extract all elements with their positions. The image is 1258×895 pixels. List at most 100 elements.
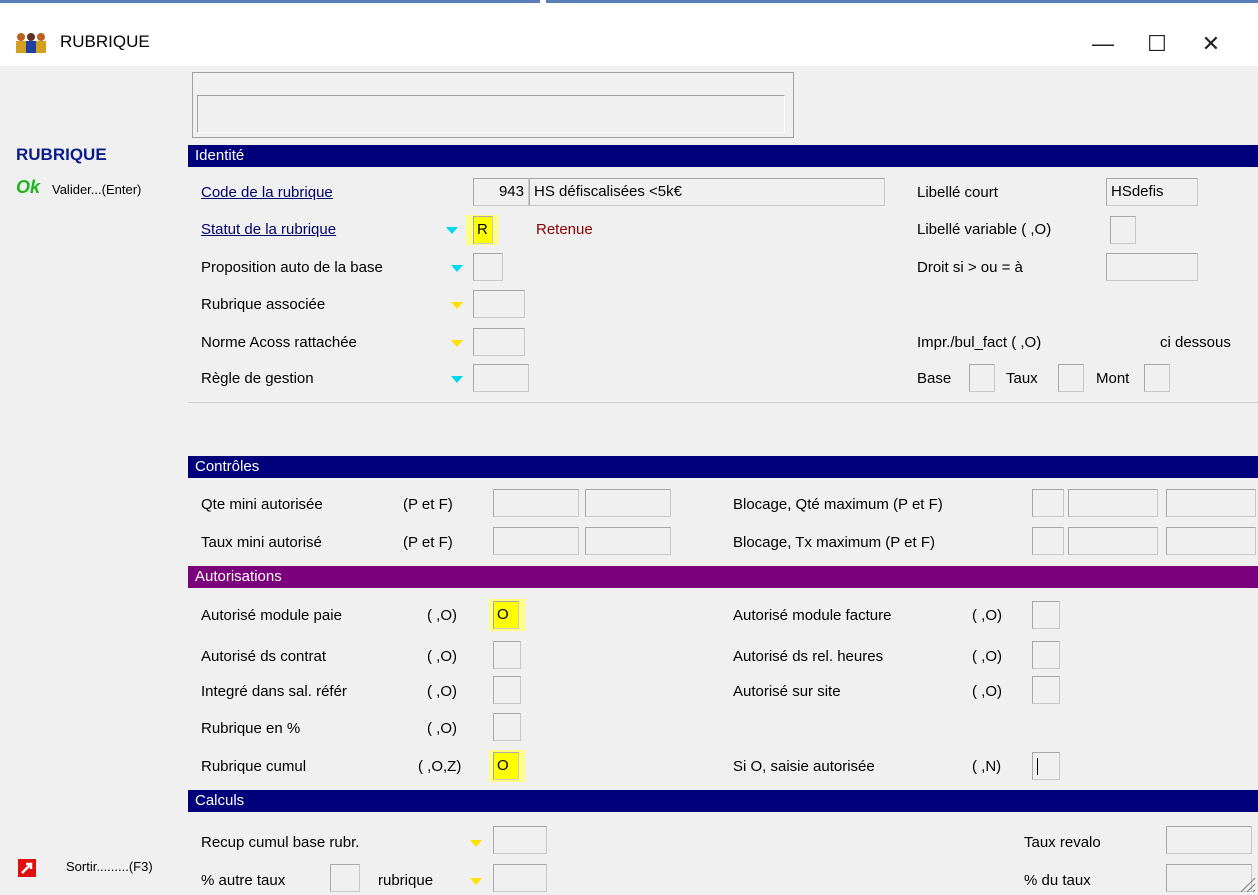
section-identite-header: Identité [188,145,1258,167]
regle-gestion-field[interactable] [473,364,529,392]
exit-icon[interactable] [18,859,36,877]
blocage-qte-field-3[interactable] [1166,489,1256,517]
autorise-paie-label: Autorisé module paie [201,607,342,624]
regle-gestion-label: Règle de gestion [201,370,314,387]
rubrique-associee-label: Rubrique associée [201,296,326,313]
autorise-paie-field[interactable]: O [493,601,519,629]
qte-mini-pf-label: (P et F) [403,496,453,513]
taux-revalo-label: Taux revalo [1024,834,1101,851]
taux-field[interactable] [1058,364,1084,392]
dropdown-arrow-icon[interactable] [451,340,463,347]
rubrique-cumul-opt: ( ,O,Z) [418,758,462,775]
left-panel: RUBRIQUE Ok Valider...(Enter) Sortir....… [0,66,188,895]
autorise-facture-field[interactable] [1032,601,1060,629]
minimize-icon[interactable]: — [1080,26,1126,62]
autorise-contrat-field[interactable] [493,641,521,669]
code-rubrique-label[interactable]: Code de la rubrique [201,184,333,201]
code-rubrique-field[interactable]: 943 [473,178,529,206]
autre-taux-rubrique-label: rubrique [378,872,434,889]
rubrique-associee-field[interactable] [473,290,525,318]
window-title: RUBRIQUE [60,32,150,51]
libelle-court-field[interactable]: HSdefis [1106,178,1198,206]
dropdown-arrow-icon[interactable] [451,302,463,309]
blocage-tx-field-3[interactable] [1166,527,1256,555]
panel-title: RUBRIQUE [16,145,107,164]
saisie-autorisee-label: Si O, saisie autorisée [733,758,875,775]
ok-icon[interactable]: Ok [16,177,40,198]
ci-dessous-label: ci dessous [1160,334,1231,351]
dropdown-arrow-icon[interactable] [451,376,463,383]
close-icon[interactable]: ✕ [1188,26,1234,62]
dropdown-arrow-icon[interactable] [470,878,482,885]
rubrique-pct-opt: ( ,O) [427,720,457,737]
autorise-facture-label: Autorisé module facture [733,607,892,624]
statut-rubrique-label[interactable]: Statut de la rubrique [201,221,336,238]
autorise-contrat-opt: ( ,O) [427,648,457,665]
statut-rubrique-description: Retenue [536,221,593,238]
header-box [192,72,794,138]
taux-mini-pf-label: (P et F) [403,534,453,551]
autorise-paie-opt: ( ,O) [427,607,457,624]
taux-mini-field-p[interactable] [493,527,579,555]
rubrique-pct-label: Rubrique en % [201,720,301,737]
libelle-court-label: Libellé court [917,184,998,201]
users-icon [16,33,46,53]
saisie-autorisee-opt: ( ,N) [972,758,1002,775]
droit-label: Droit si > ou = à [917,259,1023,276]
blocage-qte-field-1[interactable] [1032,489,1064,517]
blocage-qte-label: Blocage, Qté maximum (P et F) [733,496,943,513]
section-controles-header: Contrôles [188,456,1258,478]
proposition-auto-field[interactable] [473,253,503,281]
integre-sal-field[interactable] [493,676,521,704]
header-input[interactable] [197,95,785,133]
norme-acoss-label: Norme Acoss rattachée [201,334,357,351]
taux-label: Taux [1006,370,1038,387]
base-label: Base [917,370,952,387]
resize-grip-icon[interactable] [1236,873,1256,893]
section-calculs-header: Calculs [188,790,1258,812]
autorise-rel-heures-label: Autorisé ds rel. heures [733,648,884,665]
rubrique-cumul-field[interactable]: O [493,752,519,780]
norme-acoss-field[interactable] [473,328,525,356]
taux-mini-label: Taux mini autorisé [201,534,322,551]
client-area: RUBRIQUE Ok Valider...(Enter) Sortir....… [0,66,1258,895]
validate-button[interactable]: Valider...(Enter) [52,182,141,197]
droit-field[interactable] [1106,253,1198,281]
saisie-autorisee-field[interactable] [1032,752,1060,780]
statut-rubrique-field[interactable]: R [473,216,493,244]
dropdown-arrow-icon[interactable] [446,227,458,234]
qte-mini-field-p[interactable] [493,489,579,517]
taux-revalo-field[interactable] [1166,826,1252,854]
exit-button[interactable]: Sortir.........(F3) [66,859,153,874]
rubrique-pct-field[interactable] [493,713,521,741]
integre-sal-label: Integré dans sal. référ [201,683,347,700]
autorise-site-field[interactable] [1032,676,1060,704]
autre-taux-field[interactable] [330,864,360,892]
mont-label: Mont [1096,370,1130,387]
recup-cumul-label: Recup cumul base rubr. [201,834,360,851]
base-field[interactable] [969,364,995,392]
proposition-auto-label: Proposition auto de la base [201,259,383,276]
autorise-contrat-label: Autorisé ds contrat [201,648,327,665]
autorise-rel-heures-field[interactable] [1032,641,1060,669]
title-bar: RUBRIQUE — ☐ ✕ [0,4,1258,66]
recup-cumul-field[interactable] [493,826,547,854]
autre-taux-rubrique-field[interactable] [493,864,547,892]
taux-mini-field-f[interactable] [585,527,671,555]
blocage-qte-field-2[interactable] [1068,489,1158,517]
autorise-rel-heures-opt: ( ,O) [972,648,1002,665]
mont-field[interactable] [1144,364,1170,392]
qte-mini-field-f[interactable] [585,489,671,517]
dropdown-arrow-icon[interactable] [470,840,482,847]
blocage-tx-field-2[interactable] [1068,527,1158,555]
dropdown-arrow-icon[interactable] [451,265,463,272]
code-rubrique-description: HS défiscalisées <5k€ [529,178,885,206]
du-taux-label: % du taux [1024,872,1091,889]
maximize-icon[interactable]: ☐ [1134,26,1180,62]
section-autorisations-header: Autorisations [188,566,1258,588]
blocage-tx-label: Blocage, Tx maximum (P et F) [733,534,936,551]
libelle-variable-field[interactable] [1110,216,1136,244]
autorise-site-label: Autorisé sur site [733,683,841,700]
blocage-tx-field-1[interactable] [1032,527,1064,555]
integre-sal-opt: ( ,O) [427,683,457,700]
